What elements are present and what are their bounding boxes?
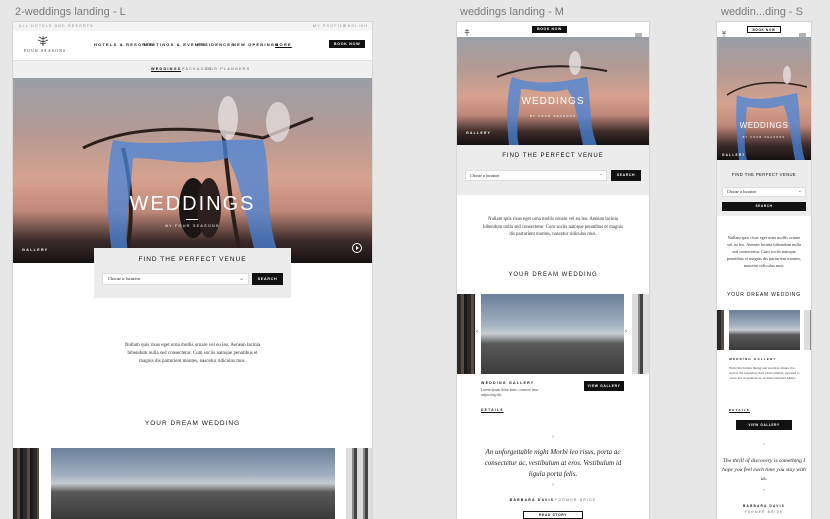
chevron-down-icon: ⌄ [598, 171, 603, 177]
hero-gallery-link[interactable]: GALLERY [22, 248, 48, 252]
carousel-prev-image[interactable] [717, 310, 724, 350]
hero-image [717, 37, 811, 160]
carousel-main-image[interactable] [729, 310, 800, 350]
location-placeholder: Choose a location [727, 189, 757, 194]
quote-role: FORMER BRIDE [744, 510, 784, 514]
chevron-right-icon[interactable]: › [625, 329, 627, 335]
view-gallery-button[interactable]: VIEW GALLERY [584, 381, 624, 391]
frame-small: BOOK NOW WEDDINGS BY FOUR SEASONS GALLER… [717, 22, 811, 519]
chevron-down-icon: ⌄ [238, 276, 244, 282]
testimonial-quote: An unforgettable night Morbi leo risus, … [484, 448, 622, 478]
intro-text: Nullam quis risus eget urna mollis ornar… [124, 343, 261, 364]
carousel-next-image[interactable] [804, 310, 811, 350]
hero-gallery-link[interactable]: GALLERY [466, 131, 491, 135]
carousel-prev-image[interactable] [13, 448, 39, 519]
view-gallery-button[interactable]: VIEW GALLERY [736, 420, 792, 430]
quote-author: BARBARA DAVIS [509, 498, 555, 502]
hero-gallery-link[interactable]: GALLERY [722, 153, 746, 157]
details-link[interactable]: DETAILS [481, 408, 504, 412]
card-title: WEDDING GALLERY [729, 357, 777, 361]
hero-subtitle: BY FOUR SEASONS [165, 224, 220, 228]
artboard-label-large: 2-weddings landing - L [15, 6, 126, 18]
artboard-label-small: weddin...ding - S [721, 6, 803, 18]
intro-text: Nullam quis risus eget urna mollis ornar… [483, 217, 623, 237]
play-icon[interactable] [352, 243, 362, 253]
four-seasons-logo-icon[interactable] [462, 25, 472, 36]
util-link-profile[interactable]: MY PROFILE [313, 24, 347, 28]
hero-title: WEDDINGS [521, 96, 585, 107]
book-now-button[interactable]: BOOK NOW [532, 26, 567, 33]
artboard-label-medium: weddings landing - M [460, 6, 564, 18]
carousel-prev-image[interactable] [457, 294, 475, 374]
nav-residences[interactable]: RESIDENCES [197, 42, 235, 47]
dream-heading: YOUR DREAM WEDDING [727, 292, 801, 298]
quote-role: FORMER BRIDE [555, 498, 597, 502]
hero-divider [186, 219, 198, 220]
venue-title: FIND THE PERFECT VENUE [138, 256, 247, 263]
search-button[interactable]: SEARCH [722, 202, 806, 211]
frame-medium: BOOK NOW WEDDINGS BY FOUR SEASONS GALLER… [457, 22, 649, 519]
hero-title: WEDDINGS [739, 121, 789, 130]
location-select[interactable]: Choose a location ⌄ [465, 170, 607, 181]
book-now-button[interactable]: BOOK NOW [747, 26, 781, 33]
four-seasons-logo-icon[interactable] [33, 35, 53, 49]
hero-image [457, 37, 649, 145]
card-text: Lorem ipsum dolor amet, consecte tetur a… [481, 388, 539, 397]
carousel-next-image[interactable] [346, 448, 372, 519]
location-placeholder: Choose a location [470, 173, 500, 178]
details-link[interactable]: DETAILS [729, 408, 750, 412]
frame-large: ALL HOTELS AND RESORTS MY PROFILE ENGLIS… [13, 22, 372, 519]
nav-new-openings[interactable]: NEW OPENINGS [233, 42, 279, 47]
location-placeholder: Choose a location [108, 276, 140, 281]
testimonial-quote: The thrill of discovery is something I h… [722, 458, 806, 482]
util-link-language[interactable]: ENGLISH [344, 24, 368, 28]
location-select[interactable]: Choose a location ⌄ [722, 187, 806, 197]
search-button[interactable]: SEARCH [611, 170, 641, 181]
quote-attribution: BARBARA DAVIS FORMER BRIDE [457, 498, 649, 502]
util-link-all-hotels[interactable]: ALL HOTELS AND RESORTS [19, 24, 94, 28]
four-seasons-logo-icon[interactable] [720, 25, 728, 37]
hero-subtitle: BY FOUR SEASONS [742, 136, 786, 139]
read-story-button[interactable]: READ STORY [523, 511, 583, 519]
quote-close-icon: ” [551, 482, 555, 492]
carousel-main-image[interactable] [481, 294, 624, 374]
chevron-down-icon: ⌄ [797, 188, 802, 194]
hamburger-menu-icon[interactable] [799, 26, 806, 39]
card-text: With Oris Indian dining and poolside dri… [729, 366, 800, 381]
carousel-main-image[interactable] [51, 448, 335, 519]
location-select[interactable]: Choose a location ⌄ [102, 273, 249, 285]
hero-title: WEDDINGS [129, 193, 256, 215]
subnav-our-planners[interactable]: OUR PLANNERS [206, 67, 250, 71]
card-title: WEDDING GALLERY [481, 381, 535, 385]
carousel-next-image[interactable] [632, 294, 649, 374]
book-now-button[interactable]: BOOK NOW [329, 40, 365, 48]
chevron-left-icon[interactable]: ‹ [476, 329, 478, 335]
quote-author: BARBARA DAVIS [743, 504, 785, 508]
subnav-weddings[interactable]: WEDDINGS [151, 67, 182, 72]
quote-open-icon: “ [762, 442, 766, 451]
hamburger-menu-icon[interactable] [635, 26, 642, 39]
hero-image [13, 78, 372, 263]
venue-title: FIND THE PERFECT VENUE [502, 153, 604, 159]
quote-close-icon: ” [762, 488, 766, 497]
dream-heading: YOUR DREAM WEDDING [508, 272, 598, 278]
intro-text: Nullam quis risus eget urna mollis ornar… [726, 235, 802, 268]
search-button[interactable]: SEARCH [252, 273, 283, 285]
quote-open-icon: “ [551, 434, 555, 444]
nav-more[interactable]: MORE [275, 42, 292, 47]
venue-title: FIND THE PERFECT VENUE [731, 172, 797, 177]
brand-wordmark: FOUR SEASONS [24, 49, 67, 53]
hero-subtitle: BY FOUR SEASONS [529, 114, 577, 118]
dream-heading: YOUR DREAM WEDDING [144, 420, 241, 427]
